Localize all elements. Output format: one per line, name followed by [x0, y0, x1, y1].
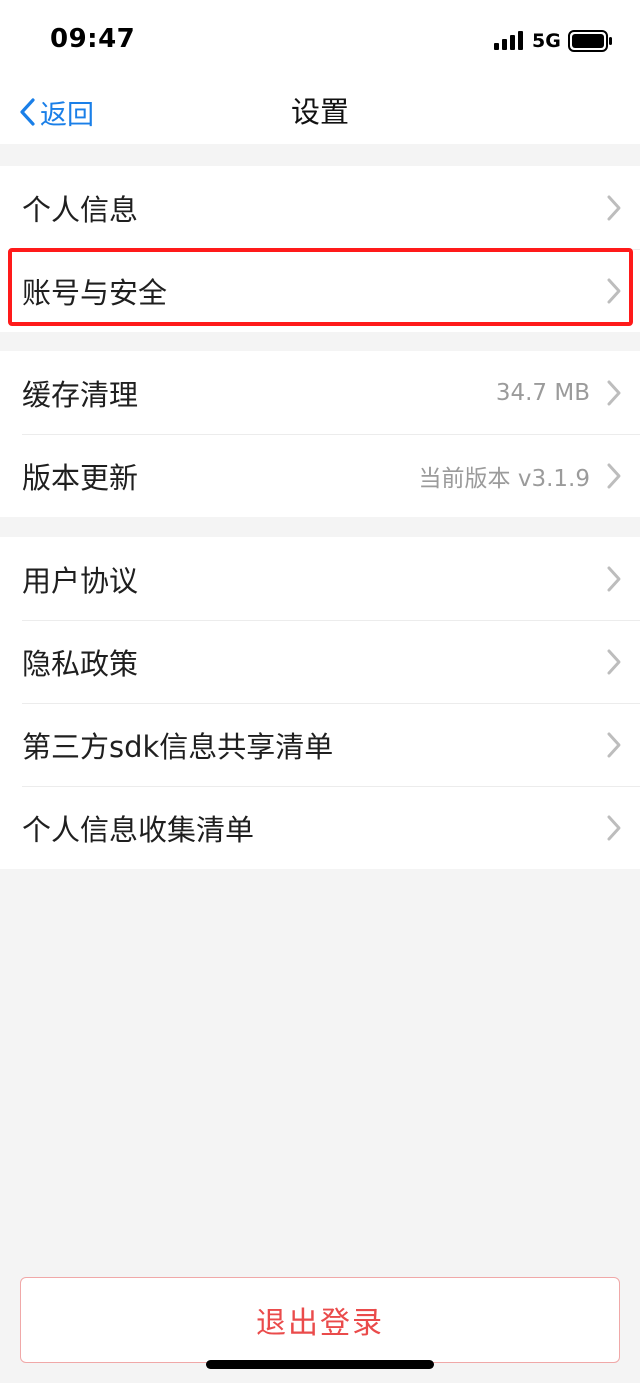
- settings-row-version-update[interactable]: 版本更新 当前版本 v3.1.9: [0, 434, 640, 517]
- row-label: 个人信息: [22, 192, 139, 227]
- version-value: 当前版本 v3.1.9: [418, 465, 590, 492]
- settings-row-user-agreement[interactable]: 用户协议: [0, 537, 640, 620]
- settings-row-info-collection[interactable]: 个人信息收集清单: [0, 786, 640, 869]
- row-label: 个人信息收集清单: [22, 812, 255, 847]
- chevron-right-icon: [607, 380, 621, 405]
- row-label: 缓存清理: [22, 377, 139, 412]
- cache-size-value: 34.7 MB: [495, 379, 590, 406]
- row-label: 隐私政策: [22, 646, 139, 681]
- settings-row-personal-info[interactable]: 个人信息: [0, 166, 640, 249]
- chevron-right-icon: [607, 278, 621, 303]
- settings-group-legal: 用户协议 隐私政策 第三方sdk信息共享清单 个人信息收集清单: [0, 537, 640, 869]
- row-label: 账号与安全: [22, 275, 168, 310]
- chevron-right-icon: [607, 649, 621, 674]
- signal-bars-icon: [494, 31, 523, 50]
- chevron-right-icon: [607, 195, 621, 220]
- settings-group-app: 缓存清理 34.7 MB 版本更新 当前版本 v3.1.9: [0, 351, 640, 517]
- settings-row-clear-cache[interactable]: 缓存清理 34.7 MB: [0, 351, 640, 434]
- home-indicator: [206, 1360, 434, 1369]
- network-type: 5G: [532, 30, 561, 52]
- navigation-bar: 返回 设置: [0, 80, 640, 144]
- settings-row-account-security[interactable]: 账号与安全: [0, 249, 640, 332]
- row-label: 版本更新: [22, 460, 139, 495]
- chevron-right-icon: [607, 463, 621, 488]
- row-label: 用户协议: [22, 563, 139, 598]
- settings-row-privacy-policy[interactable]: 隐私政策: [0, 620, 640, 703]
- settings-group-account: 个人信息 账号与安全: [0, 166, 640, 332]
- battery-icon: [568, 30, 612, 52]
- chevron-right-icon: [607, 566, 621, 591]
- chevron-right-icon: [607, 815, 621, 840]
- status-bar: 09:47 5G: [0, 0, 640, 80]
- chevron-right-icon: [607, 732, 621, 757]
- status-time: 09:47: [50, 24, 136, 54]
- row-label: 第三方sdk信息共享清单: [22, 729, 334, 764]
- logout-button[interactable]: 退出登录: [20, 1277, 620, 1363]
- settings-row-third-party-sdk[interactable]: 第三方sdk信息共享清单: [0, 703, 640, 786]
- page-title: 设置: [290, 95, 349, 129]
